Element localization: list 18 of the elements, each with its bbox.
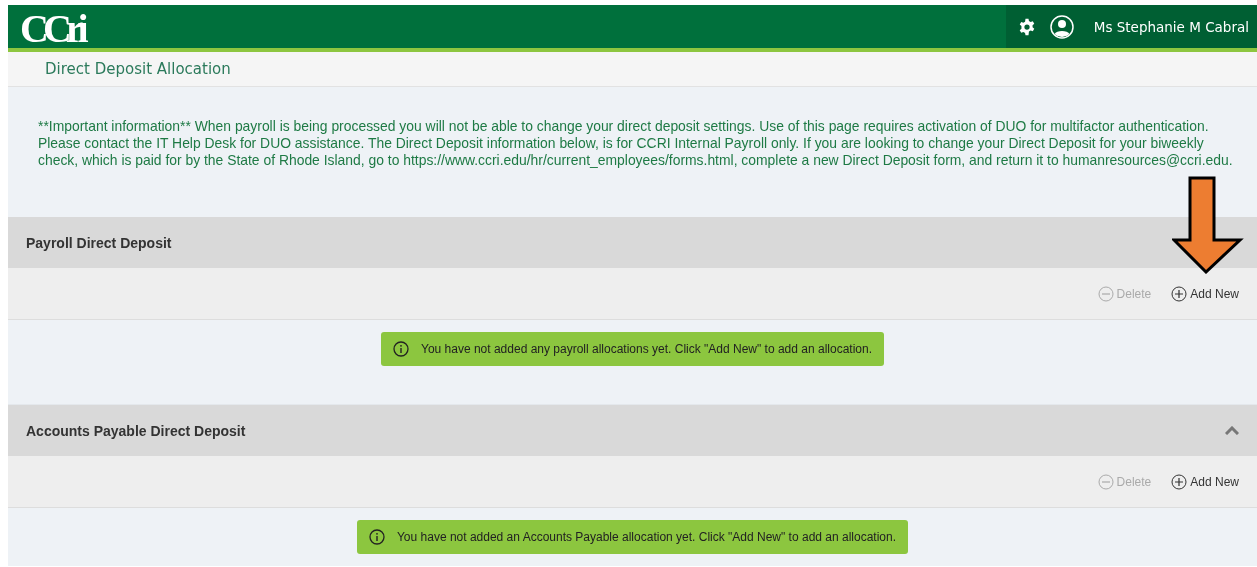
plus-circle-icon: [1171, 285, 1188, 302]
section-title: Payroll Direct Deposit: [26, 234, 172, 251]
add-new-button[interactable]: Add New: [1171, 285, 1239, 302]
info-message: You have not added an Accounts Payable allocation yet. Click "Add New" to add an allocation.: [356, 520, 909, 554]
page-title: Direct Deposit Allocation: [45, 60, 231, 78]
info-icon: [368, 529, 385, 545]
college-logo: CCri: [19, 7, 83, 50]
minus-circle-icon: [1097, 473, 1114, 490]
plus-circle-icon: [1171, 473, 1188, 490]
info-icon: [393, 341, 409, 357]
collapse-chevron-icon[interactable]: [1225, 426, 1239, 435]
minus-circle-icon: [1097, 285, 1114, 302]
user-avatar-icon[interactable]: [1049, 14, 1074, 39]
add-new-button[interactable]: Add New: [1171, 473, 1239, 490]
important-notice: **Important information** When payroll is being processed you will not be able to change your direct deposit settings. Use of this page requires activation of DUO for multifactor authentication. Please contact the IT Help Desk for DUO assistance. The Direct Deposit information below, is for CCRI Internal Payroll only. If you are looking to change your Direct Deposit for your biweekly check, which is paid for by the State of Rhode Island, go to https://www.ccri.edu/hr/current_employees/forms.html, complete a new Direct Deposit form, and return it to humanresources@ccri.edu.: [38, 118, 1234, 169]
section-title: Accounts Payable Direct Deposit: [26, 422, 246, 439]
info-message: You have not added any payroll allocations yet. Click "Add New" to add an allocation.: [381, 332, 884, 366]
settings-icon[interactable]: [1017, 17, 1036, 36]
